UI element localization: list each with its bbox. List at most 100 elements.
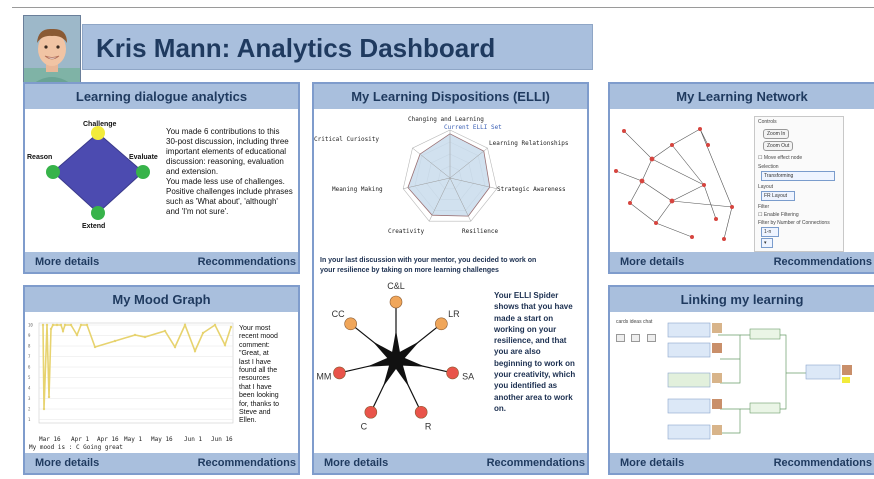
panel-footer: More details Recommendations [610,252,874,272]
y-tick: 8 [28,344,31,349]
mood-point [93,345,97,349]
mood-point [223,343,227,347]
more-details-link[interactable]: More details [35,252,99,272]
recommendations-link[interactable]: Recommendations [198,252,296,272]
filter-connections-select[interactable]: 1-n [761,227,779,237]
y-tick: 2 [28,407,31,412]
mood-point [113,339,117,343]
mood-line-chart: 10 9 8 7 6 5 4 3 2 1 [28,323,234,424]
mood-point [51,323,55,327]
network-graph[interactable] [612,111,750,251]
network-controls: Controls Zoom In Zoom Out ☐ Move effect … [754,116,844,252]
y-tick: 9 [28,333,31,338]
y-tick: 4 [28,386,31,391]
x-tick: Apr 16 [97,436,119,443]
layout-label: Layout [758,184,774,190]
extend-label: Extend [82,223,106,230]
spider-label: LR [448,309,460,319]
mood-point [183,323,187,327]
mood-point [61,329,65,333]
radar-axis-label: Learning Relationships [489,140,569,147]
y-tick: 10 [28,323,33,328]
recommendations-link[interactable]: Recommendations [774,453,872,473]
spider-label: C&L [387,281,405,291]
mood-caption: My mood is : C Going great [29,444,123,451]
spider-node [446,366,459,380]
x-tick: Jun 1 [184,436,203,443]
extend-node [91,206,105,220]
elli-spider-star: C&L LR SA R C MM CC [316,281,474,430]
challenge-node [91,126,105,140]
panel-footer: More details Recommendations [610,453,874,473]
more-details-link[interactable]: More details [620,252,684,272]
spider-summary: Your ELLI Spider shows that you have mad… [494,291,576,413]
panel-title: My Mood Graph [25,287,298,312]
spider-node [364,405,378,419]
evaluate-node [136,165,150,179]
mood-point [193,349,197,353]
x-tick: Apr 1 [71,436,90,443]
mentor-message: In your last discussion with your mentor… [320,257,537,274]
more-details-link[interactable]: More details [620,453,684,473]
page-title: Kris Mann: Analytics Dashboard [96,33,496,63]
mood-point [63,323,67,327]
panel-footer: More details Recommendations [25,453,298,473]
panel-mood-graph: My Mood Graph 10 9 8 7 6 5 4 3 2 1 Mar 16 Apr 1 A… [23,285,300,475]
mood-point [45,323,49,327]
spider-label: R [425,422,432,430]
mood-point [55,323,59,327]
x-tick: Jun 16 [211,436,233,443]
spider-node [333,366,346,380]
reason-node [46,165,60,179]
spider-label: SA [462,371,474,381]
mood-point [79,323,83,327]
recommendations-link[interactable]: Recommendations [198,453,296,473]
radar-axis-label: Changing and Learning [408,116,484,123]
zoom-out-button[interactable]: Zoom Out [763,141,794,151]
mood-point [59,323,63,327]
panel-title: My Learning Network [610,84,874,109]
radar-legend-note: Current ELLI Set [444,124,502,131]
recommendations-link[interactable]: Recommendations [774,252,872,272]
y-tick: 3 [28,396,31,401]
x-tick: Mar 16 [39,436,61,443]
linking-map[interactable] [610,313,872,455]
spider-node [389,295,403,309]
selection-select[interactable]: Transforming [761,171,835,181]
mood-point [75,333,79,337]
x-tick: May 1 [124,436,143,443]
filter-label: Filter [758,204,770,210]
y-tick: 5 [28,375,31,380]
panel-footer: More details Recommendations [25,252,298,272]
more-details-link[interactable]: More details [35,453,99,473]
y-tick: 1 [28,417,31,422]
y-tick: 7 [28,354,31,359]
spider-label: MM [316,371,331,381]
mood-comment: Your most recent mood comment: "Great, a… [239,325,280,425]
top-divider [12,7,874,8]
more-details-link[interactable]: More details [324,453,388,473]
enable-filter-checkbox[interactable]: ☐ Enable Filtering [758,212,799,218]
mood-point [42,407,46,411]
panel-footer: More details Recommendations [314,453,587,473]
spider-node [344,317,357,331]
panel-learning-network: My Learning Network Controls Zoom In Zoo… [608,82,874,274]
dashboard-title-bar: Kris Mann: Analytics Dashboard [82,24,593,70]
layout-select[interactable]: FR Layout [761,191,795,201]
controls-label: Controls [758,119,777,125]
mood-point [163,329,167,333]
panel-title: Learning dialogue analytics [25,84,298,109]
move-node-checkbox[interactable]: ☐ Move effect node [758,155,802,161]
radar-axis-label: Meaning Making [332,186,383,193]
x-tick: May 16 [151,436,173,443]
mood-point [213,323,217,327]
dialogue-summary: You made 6 contributions to this 30-post… [166,127,293,216]
mood-point [143,335,147,339]
mood-point [47,395,51,399]
reason-label: Reason [27,154,53,161]
panel-linking-learning: Linking my learning cards ideas chat Mor… [608,285,874,475]
filter-stepper[interactable]: ▾ [761,238,773,248]
recommendations-link[interactable]: Recommendations [487,453,585,473]
mood-point [133,333,137,337]
zoom-in-button[interactable]: Zoom In [763,129,790,139]
